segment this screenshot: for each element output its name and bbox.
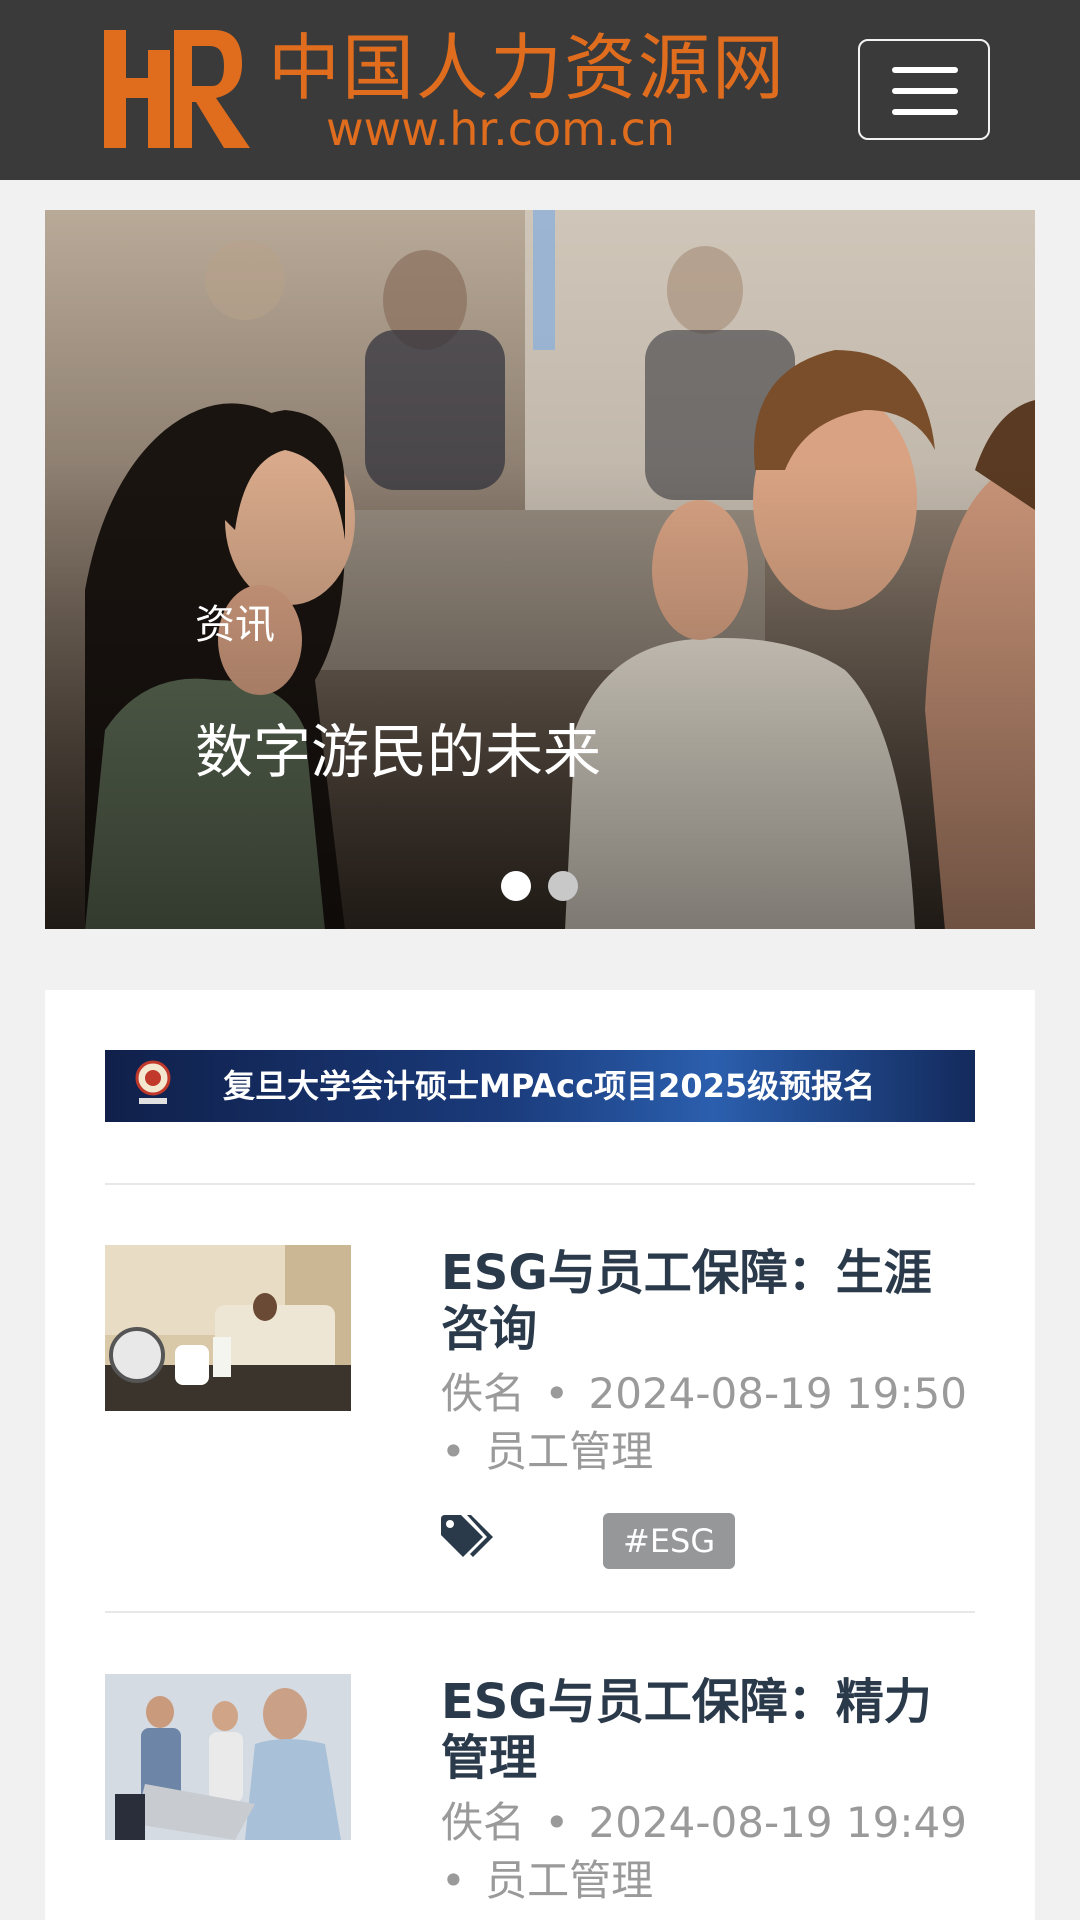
site-header: 中国人力资源网 www.hr.com.cn xyxy=(0,0,1080,180)
ad-text: 复旦大学会计硕士MPAcc项目2025级预报名 xyxy=(223,1067,876,1105)
divider xyxy=(105,1611,975,1613)
article-author: 佚名 xyxy=(441,1798,526,1847)
list-item[interactable]: ESG与员工保障：精力管理 佚名 • 2024-08-19 19:49 • 员工… xyxy=(105,1674,975,1920)
carousel-dot-2[interactable] xyxy=(548,871,578,901)
site-logo[interactable]: 中国人力资源网 www.hr.com.cn xyxy=(104,28,784,156)
article-meta: 佚名 • 2024-08-19 19:50 • 员工管理 xyxy=(441,1369,967,1476)
slide-title[interactable]: 数字游民的未来 xyxy=(195,716,601,788)
featured-carousel[interactable]: 资讯 数字游民的未来 xyxy=(45,210,1035,929)
slide-category[interactable]: 资讯 xyxy=(195,600,275,650)
ad-banner[interactable]: 复旦大学会计硕士MPAcc项目2025级预报名 xyxy=(105,1050,975,1122)
article-list-card: 复旦大学会计硕士MPAcc项目2025级预报名 ESG与员工保障：生涯咨询 佚名… xyxy=(45,990,1035,1920)
carousel-photo xyxy=(45,210,1035,929)
article-category[interactable]: 员工管理 xyxy=(485,1427,653,1476)
article-title[interactable]: ESG与员工保障：生涯咨询 xyxy=(441,1245,975,1357)
article-title[interactable]: ESG与员工保障：精力管理 xyxy=(441,1674,975,1786)
divider xyxy=(105,1183,975,1185)
fudan-seal-icon xyxy=(135,1060,171,1104)
article-meta: 佚名 • 2024-08-19 19:49 • 员工管理 xyxy=(441,1798,967,1905)
tags-icon xyxy=(441,1515,493,1557)
article-category[interactable]: 员工管理 xyxy=(485,1856,653,1905)
hamburger-icon xyxy=(892,67,958,73)
article-author: 佚名 xyxy=(441,1369,526,1418)
logo-chinese-text: 中国人力资源网 xyxy=(268,26,787,110)
list-item[interactable]: ESG与员工保障：生涯咨询 佚名 • 2024-08-19 19:50 • 员工… xyxy=(105,1245,975,1575)
article-thumbnail[interactable] xyxy=(105,1674,351,1840)
menu-button[interactable] xyxy=(858,39,990,140)
logo-url-text: www.hr.com.cn xyxy=(326,102,676,156)
article-date: 2024-08-19 19:50 xyxy=(588,1369,967,1418)
tag-esg[interactable]: #ESG xyxy=(603,1513,736,1569)
carousel-dot-1[interactable] xyxy=(501,871,531,901)
article-date: 2024-08-19 19:49 xyxy=(588,1798,967,1847)
hr-logo-mark xyxy=(104,30,250,148)
article-thumbnail[interactable] xyxy=(105,1245,351,1411)
